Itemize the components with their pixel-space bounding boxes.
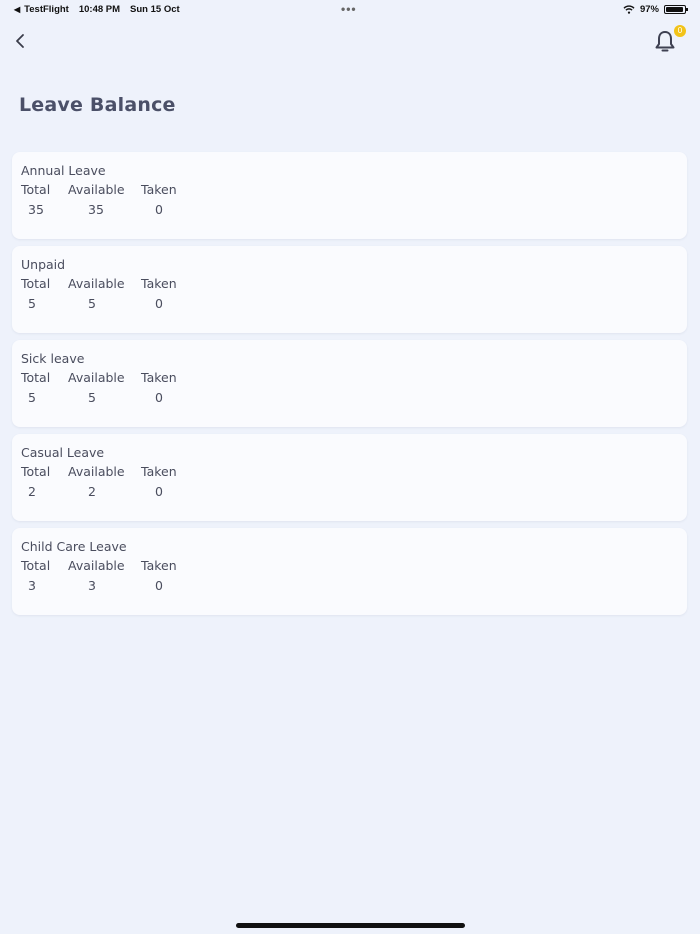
total-value: 5 [28,296,36,311]
status-right: 97% [623,4,688,15]
taken-value: 0 [155,484,163,499]
available-value: 35 [88,202,104,217]
total-value: 2 [28,484,36,499]
total-column: Total 5 [21,274,68,314]
available-value: 5 [88,390,96,405]
total-column: Total 3 [21,556,68,596]
back-to-app-icon[interactable]: ◀ [14,5,20,14]
wifi-icon [623,5,635,14]
available-label: Available [68,276,125,291]
available-label: Available [68,370,125,385]
total-column: Total 2 [21,462,68,502]
taken-label: Taken [141,182,177,197]
status-date: Sun 15 Oct [130,4,180,15]
leave-type-name: Child Care Leave [21,539,127,554]
battery-icon [664,5,688,14]
home-indicator[interactable] [236,923,465,928]
available-column: Available 3 [68,556,141,596]
leave-type-name: Unpaid [21,257,66,272]
taken-column: Taken 0 [141,556,201,596]
taken-label: Taken [141,276,177,291]
taken-label: Taken [141,370,177,385]
back-button[interactable] [12,30,32,52]
leave-list: Annual Leave Total 35 Available 35 Taken 0 Unpa… [12,152,687,622]
total-value: 3 [28,578,36,593]
status-left: ◀ TestFlight 10:48 PM Sun 15 Oct [14,4,180,15]
total-value: 5 [28,390,36,405]
taken-value: 0 [155,390,163,405]
available-value: 2 [88,484,96,499]
page-title: Leave Balance [19,94,176,116]
taken-label: Taken [141,464,177,479]
available-column: Available 5 [68,368,141,408]
leave-card[interactable]: Unpaid Total 5 Available 5 Taken 0 [12,246,687,333]
available-label: Available [68,464,125,479]
taken-column: Taken 0 [141,180,201,220]
leave-card[interactable]: Annual Leave Total 35 Available 35 Taken 0 [12,152,687,239]
taken-value: 0 [155,296,163,311]
taken-value: 0 [155,202,163,217]
multitasking-dots[interactable]: ••• [341,2,357,16]
total-label: Total [21,464,51,479]
chevron-left-icon [16,34,24,48]
leave-type-name: Annual Leave [21,163,106,178]
taken-column: Taken 0 [141,368,201,408]
total-label: Total [21,558,51,573]
total-column: Total 35 [21,180,68,220]
leave-stats: Total 35 Available 35 Taken 0 [21,180,678,220]
total-value: 35 [28,202,44,217]
available-label: Available [68,182,125,197]
leave-stats: Total 3 Available 3 Taken 0 [21,556,678,596]
leave-card[interactable]: Sick leave Total 5 Available 5 Taken 0 [12,340,687,427]
leave-card[interactable]: Child Care Leave Total 3 Available 3 Taken 0 [12,528,687,615]
taken-value: 0 [155,578,163,593]
taken-label: Taken [141,558,177,573]
leave-card[interactable]: Casual Leave Total 2 Available 2 Taken 0 [12,434,687,521]
leave-stats: Total 2 Available 2 Taken 0 [21,462,678,502]
available-column: Available 5 [68,274,141,314]
total-label: Total [21,182,51,197]
taken-column: Taken 0 [141,462,201,502]
notification-badge: 0 [674,25,686,37]
available-label: Available [68,558,125,573]
status-bar: ◀ TestFlight 10:48 PM Sun 15 Oct ••• 97% [0,0,700,20]
back-app-label[interactable]: TestFlight [24,4,69,15]
leave-type-name: Sick leave [21,351,85,366]
battery-percentage: 97% [639,4,659,15]
available-value: 3 [88,578,96,593]
available-column: Available 35 [68,180,141,220]
total-label: Total [21,370,51,385]
available-value: 5 [88,296,96,311]
total-label: Total [21,276,51,291]
leave-type-name: Casual Leave [21,445,105,460]
status-time: 10:48 PM [78,4,121,15]
available-column: Available 2 [68,462,141,502]
leave-stats: Total 5 Available 5 Taken 0 [21,368,678,408]
taken-column: Taken 0 [141,274,201,314]
total-column: Total 5 [21,368,68,408]
leave-stats: Total 5 Available 5 Taken 0 [21,274,678,314]
